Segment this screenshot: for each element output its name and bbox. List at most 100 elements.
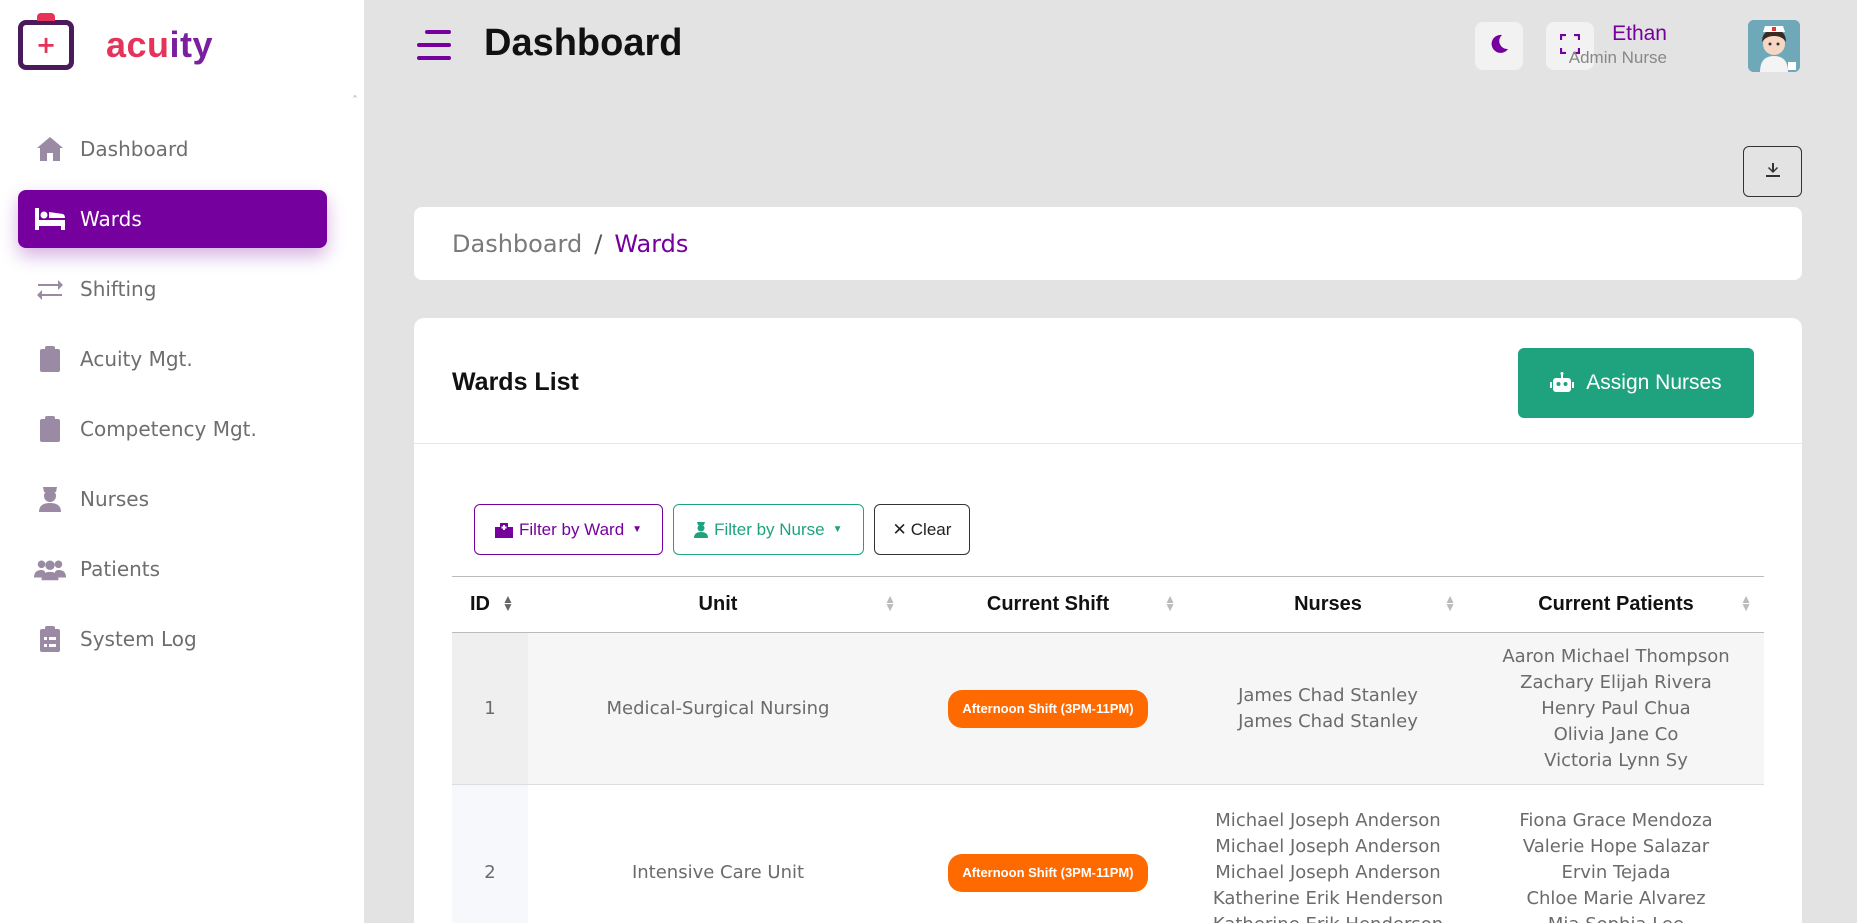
patient-name: Ervin Tejada	[1561, 861, 1671, 883]
nurse-name: Katherine Erik Henderson	[1212, 887, 1444, 909]
breadcrumb-separator: /	[594, 229, 603, 258]
sidebar-item-shifting[interactable]: Shifting	[18, 260, 327, 318]
shift-badge: Afternoon Shift (3PM-11PM)	[948, 853, 1148, 892]
clipboard-icon	[34, 413, 66, 445]
patient-name: Fiona Grace Mendoza	[1519, 809, 1713, 831]
sidebar-item-label: Acuity Mgt.	[80, 347, 193, 371]
sidebar-item-dashboard[interactable]: Dashboard	[18, 120, 327, 178]
nurse-icon	[694, 521, 709, 538]
clear-label: Clear	[910, 519, 952, 539]
column-header-id[interactable]: ID ▲ ▼	[452, 576, 528, 633]
breadcrumb-current: Wards	[614, 229, 689, 258]
table-row[interactable]: 2 Intensive Care Unit Afternoon Shift (3…	[452, 784, 1764, 923]
clear-filters-button[interactable]: ✕ Clear	[873, 504, 971, 555]
user-name: Ethan	[1612, 22, 1667, 45]
sidebar-item-label: Competency Mgt.	[80, 417, 257, 441]
bed-icon	[34, 203, 66, 235]
nurse-name: Michael Joseph Anderson	[1215, 861, 1441, 883]
sort-icon: ▲ ▼	[1444, 592, 1456, 614]
cell-unit: Intensive Care Unit	[528, 784, 908, 923]
clipboard-list-icon	[34, 623, 66, 655]
cell-id: 2	[452, 784, 528, 923]
user-info[interactable]: Ethan Admin Nurse	[1569, 22, 1667, 68]
download-icon	[1765, 162, 1781, 181]
column-header-nurses[interactable]: Nurses ▲ ▼	[1188, 576, 1468, 633]
table-row[interactable]: 1 Medical-Surgical Nursing Afternoon Shi…	[452, 632, 1764, 785]
column-header-unit[interactable]: Unit ▲ ▼	[528, 576, 908, 633]
sidebar-item-label: Shifting	[80, 277, 157, 301]
assign-nurses-button[interactable]: Assign Nurses	[1518, 348, 1754, 418]
scroll-up-icon[interactable]: ˆ	[352, 94, 358, 108]
filter-by-ward-label: Filter by Ward	[519, 519, 625, 539]
moon-icon	[1488, 33, 1510, 59]
sidebar-item-nurses[interactable]: Nurses	[18, 470, 327, 528]
app-name: acuity	[106, 24, 214, 65]
caret-down-icon: ▼	[832, 524, 843, 535]
nurse-name: James Chad Stanley	[1238, 710, 1418, 732]
breadcrumb: Dashboard / Wards	[414, 207, 1802, 280]
patient-name: Aaron Michael Thompson	[1502, 645, 1730, 667]
breadcrumb-home-link[interactable]: Dashboard	[452, 230, 582, 258]
menu-toggle-icon[interactable]	[417, 30, 451, 60]
patient-name: Mia Sophia Lee	[1468, 912, 1764, 923]
sidebar-item-label: Wards	[80, 207, 142, 231]
avatar[interactable]	[1748, 20, 1800, 72]
hospital-icon	[495, 522, 513, 538]
patient-name: Valerie Hope Salazar	[1522, 835, 1710, 857]
sort-icon: ▲ ▼	[884, 592, 896, 614]
sidebar-item-label: Nurses	[80, 487, 150, 511]
nurse-name: Katherine Erik Henderson	[1188, 912, 1468, 923]
patient-name: Chloe Marie Alvarez	[1526, 887, 1706, 909]
swap-arrows-icon	[34, 273, 66, 305]
sidebar-item-competency-mgt[interactable]: Competency Mgt.	[18, 400, 327, 458]
nurse-name: Michael Joseph Anderson	[1215, 809, 1441, 831]
dark-mode-toggle[interactable]	[1475, 22, 1523, 70]
patient-name: Victoria Lynn Sy	[1544, 749, 1688, 771]
home-icon	[34, 133, 66, 165]
cell-shift: Afternoon Shift (3PM-11PM)	[908, 632, 1188, 785]
filter-by-nurse-dropdown[interactable]: Filter by Nurse ▼	[673, 504, 864, 555]
robot-icon	[1550, 372, 1575, 394]
cell-shift: Afternoon Shift (3PM-11PM)	[908, 784, 1188, 923]
caret-down-icon: ▼	[632, 524, 643, 535]
table-header-row: ID ▲ ▼ Unit ▲ ▼ Current Shift ▲ ▼ Nurses ▲ ▼ Cur…	[452, 576, 1764, 633]
assign-nurses-label: Assign Nurses	[1586, 371, 1722, 394]
cell-patients: Fiona Grace Mendoza Valerie Hope Salazar…	[1468, 784, 1764, 923]
users-icon	[34, 553, 66, 585]
app-logo[interactable]: + acuity	[18, 13, 214, 70]
sidebar-item-label: System Log	[80, 627, 197, 651]
cell-unit: Medical-Surgical Nursing	[528, 632, 908, 785]
patient-name: Olivia Jane Co	[1553, 723, 1679, 745]
sidebar-nav: Dashboard Wards Shifting Acuity Mgt. Com…	[18, 120, 327, 680]
column-header-current-shift[interactable]: Current Shift ▲ ▼	[908, 576, 1188, 633]
nurse-name: James Chad Stanley	[1238, 684, 1418, 706]
sort-icon: ▲ ▼	[502, 592, 514, 614]
patient-name: Henry Paul Chua	[1541, 697, 1691, 719]
card-header: Wards List Assign Nurses	[414, 318, 1802, 444]
user-role: Admin Nurse	[1568, 48, 1667, 67]
sidebar-item-acuity-mgt[interactable]: Acuity Mgt.	[18, 330, 327, 388]
cell-nurses: Michael Joseph Anderson Michael Joseph A…	[1188, 784, 1468, 923]
download-button[interactable]	[1743, 146, 1802, 197]
shift-badge: Afternoon Shift (3PM-11PM)	[948, 689, 1148, 728]
column-header-current-patients[interactable]: Current Patients ▲ ▼	[1468, 576, 1764, 633]
filter-bar: Filter by Ward ▼ Filter by Nurse ▼ ✕ Cle…	[474, 504, 971, 555]
card-title: Wards List	[452, 368, 579, 396]
cell-id: 1	[452, 632, 528, 785]
medical-kit-icon: +	[18, 13, 74, 70]
sort-icon: ▲ ▼	[1164, 592, 1176, 614]
sidebar-item-patients[interactable]: Patients	[18, 540, 327, 598]
sidebar-item-wards[interactable]: Wards	[18, 190, 327, 248]
filter-by-ward-dropdown[interactable]: Filter by Ward ▼	[474, 504, 664, 555]
filter-by-nurse-label: Filter by Nurse	[714, 519, 825, 539]
close-icon: ✕	[892, 519, 907, 539]
cell-patients: Aaron Michael Thompson Zachary Elijah Ri…	[1468, 632, 1764, 785]
sidebar: + acuity ˆ Dashboard Wards Shifting Acui…	[0, 0, 364, 923]
patient-name: Zachary Elijah Rivera	[1520, 671, 1712, 693]
sort-icon: ▲ ▼	[1740, 592, 1752, 614]
clipboard-icon	[34, 343, 66, 375]
page-title: Dashboard	[484, 22, 683, 64]
wards-table: ID ▲ ▼ Unit ▲ ▼ Current Shift ▲ ▼ Nurses ▲ ▼ Cur…	[452, 576, 1764, 923]
sidebar-item-label: Patients	[80, 557, 161, 581]
sidebar-item-system-log[interactable]: System Log	[18, 610, 327, 668]
